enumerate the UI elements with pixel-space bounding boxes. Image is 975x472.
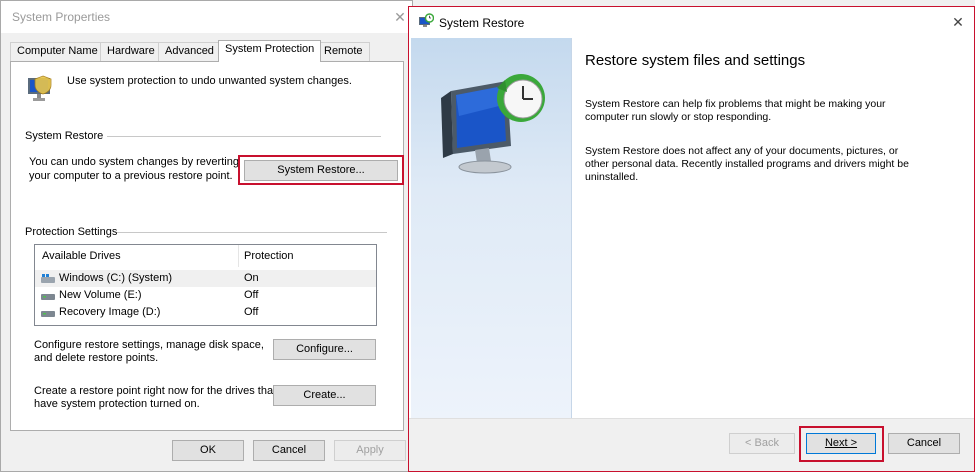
wizard-button-bar: < Back Next > Cancel [409,418,974,471]
create-description-line1: Create a restore point right now for the… [34,385,277,397]
drive-name: New Volume (E:) [59,289,142,301]
drive-name: Recovery Image (D:) [59,306,161,318]
table-header: Available Drives Protection [35,245,376,267]
table-row[interactable]: New Volume (E:) Off [35,287,376,304]
system-properties-titlebar: System Properties ✕ [1,1,412,33]
drive-name: Windows (C:) (System) [59,272,173,284]
tab-computer-name[interactable]: Computer Name [10,42,105,61]
next-button-label: Next > [824,437,858,449]
wizard-para2-line3: uninstalled. [585,171,639,183]
wizard-sidebar [411,38,572,418]
column-separator [238,245,239,267]
wizard-para2-line1: System Restore does not affect any of yo… [585,145,899,157]
configure-button[interactable]: Configure... [273,339,376,360]
wizard-content: Restore system files and settings System… [573,38,971,418]
system-restore-illustration-icon [439,66,549,184]
wizard-para2-line2: other personal data. Recently installed … [585,158,909,170]
close-icon[interactable]: ✕ [947,11,969,33]
system-drive-icon [41,274,55,283]
system-restore-title-icon [418,13,435,32]
available-drives-table[interactable]: Available Drives Protection Windows (C:)… [34,244,377,326]
drive-protection: Off [244,306,259,318]
drive-protection: Off [244,289,259,301]
system-restore-description-line1: You can undo system changes by reverting [29,156,239,168]
system-properties-title: System Properties [12,10,111,24]
cancel-button[interactable]: Cancel [888,433,960,454]
next-button[interactable]: Next > [806,433,876,454]
tab-advanced[interactable]: Advanced [158,42,221,61]
ok-button[interactable]: OK [172,440,244,461]
wizard-para1-line2: computer run slowly or stop responding. [585,111,772,123]
apply-button[interactable]: Apply [334,440,406,461]
cancel-button[interactable]: Cancel [253,440,325,461]
configure-description-line1: Configure restore settings, manage disk … [34,339,264,351]
protection-settings-label: Protection Settings [25,226,118,238]
system-restore-button-label: System Restore... [277,164,365,176]
cancel-button-label: Cancel [271,444,307,456]
group-divider [107,136,381,137]
system-restore-description-line2: your computer to a previous restore poin… [29,170,233,182]
drive-protection: On [244,272,259,284]
group-divider [117,232,387,233]
tab-system-protection[interactable]: System Protection [218,40,322,62]
system-restore-group-label: System Restore [25,130,104,142]
table-row[interactable]: Windows (C:) (System) On [35,270,376,287]
system-restore-wizard: System Restore ✕ Restore system files an… [408,6,975,472]
tab-hardware[interactable]: Hardware [100,42,162,61]
wizard-heading: Restore system files and settings [585,52,806,69]
create-button-label: Create... [303,389,346,401]
create-description-line2: have system protection turned on. [34,398,200,410]
cancel-button-label: Cancel [906,437,942,449]
column-header-protection[interactable]: Protection [244,250,294,262]
system-protection-icon [25,73,57,108]
table-row[interactable]: Recovery Image (D:) Off [35,304,376,321]
intro-text: Use system protection to undo unwanted s… [67,75,352,87]
create-button[interactable]: Create... [273,385,376,406]
back-button-label: < Back [745,437,779,449]
drive-icon [41,308,55,317]
wizard-para1-line1: System Restore can help fix problems tha… [585,98,886,110]
system-properties-dialog: System Properties ✕ Computer Name Hardwa… [0,0,413,472]
drive-icon [41,291,55,300]
system-restore-button[interactable]: System Restore... [244,160,398,181]
column-header-available-drives[interactable]: Available Drives [42,250,121,262]
configure-description-line2: and delete restore points. [34,352,159,364]
ok-button-label: OK [200,444,216,456]
tab-remote[interactable]: Remote [317,42,370,61]
system-restore-titlebar: System Restore ✕ [409,7,974,38]
configure-button-label: Configure... [296,343,353,355]
back-button[interactable]: < Back [729,433,795,454]
apply-button-label: Apply [356,444,384,456]
system-restore-title: System Restore [439,16,525,30]
